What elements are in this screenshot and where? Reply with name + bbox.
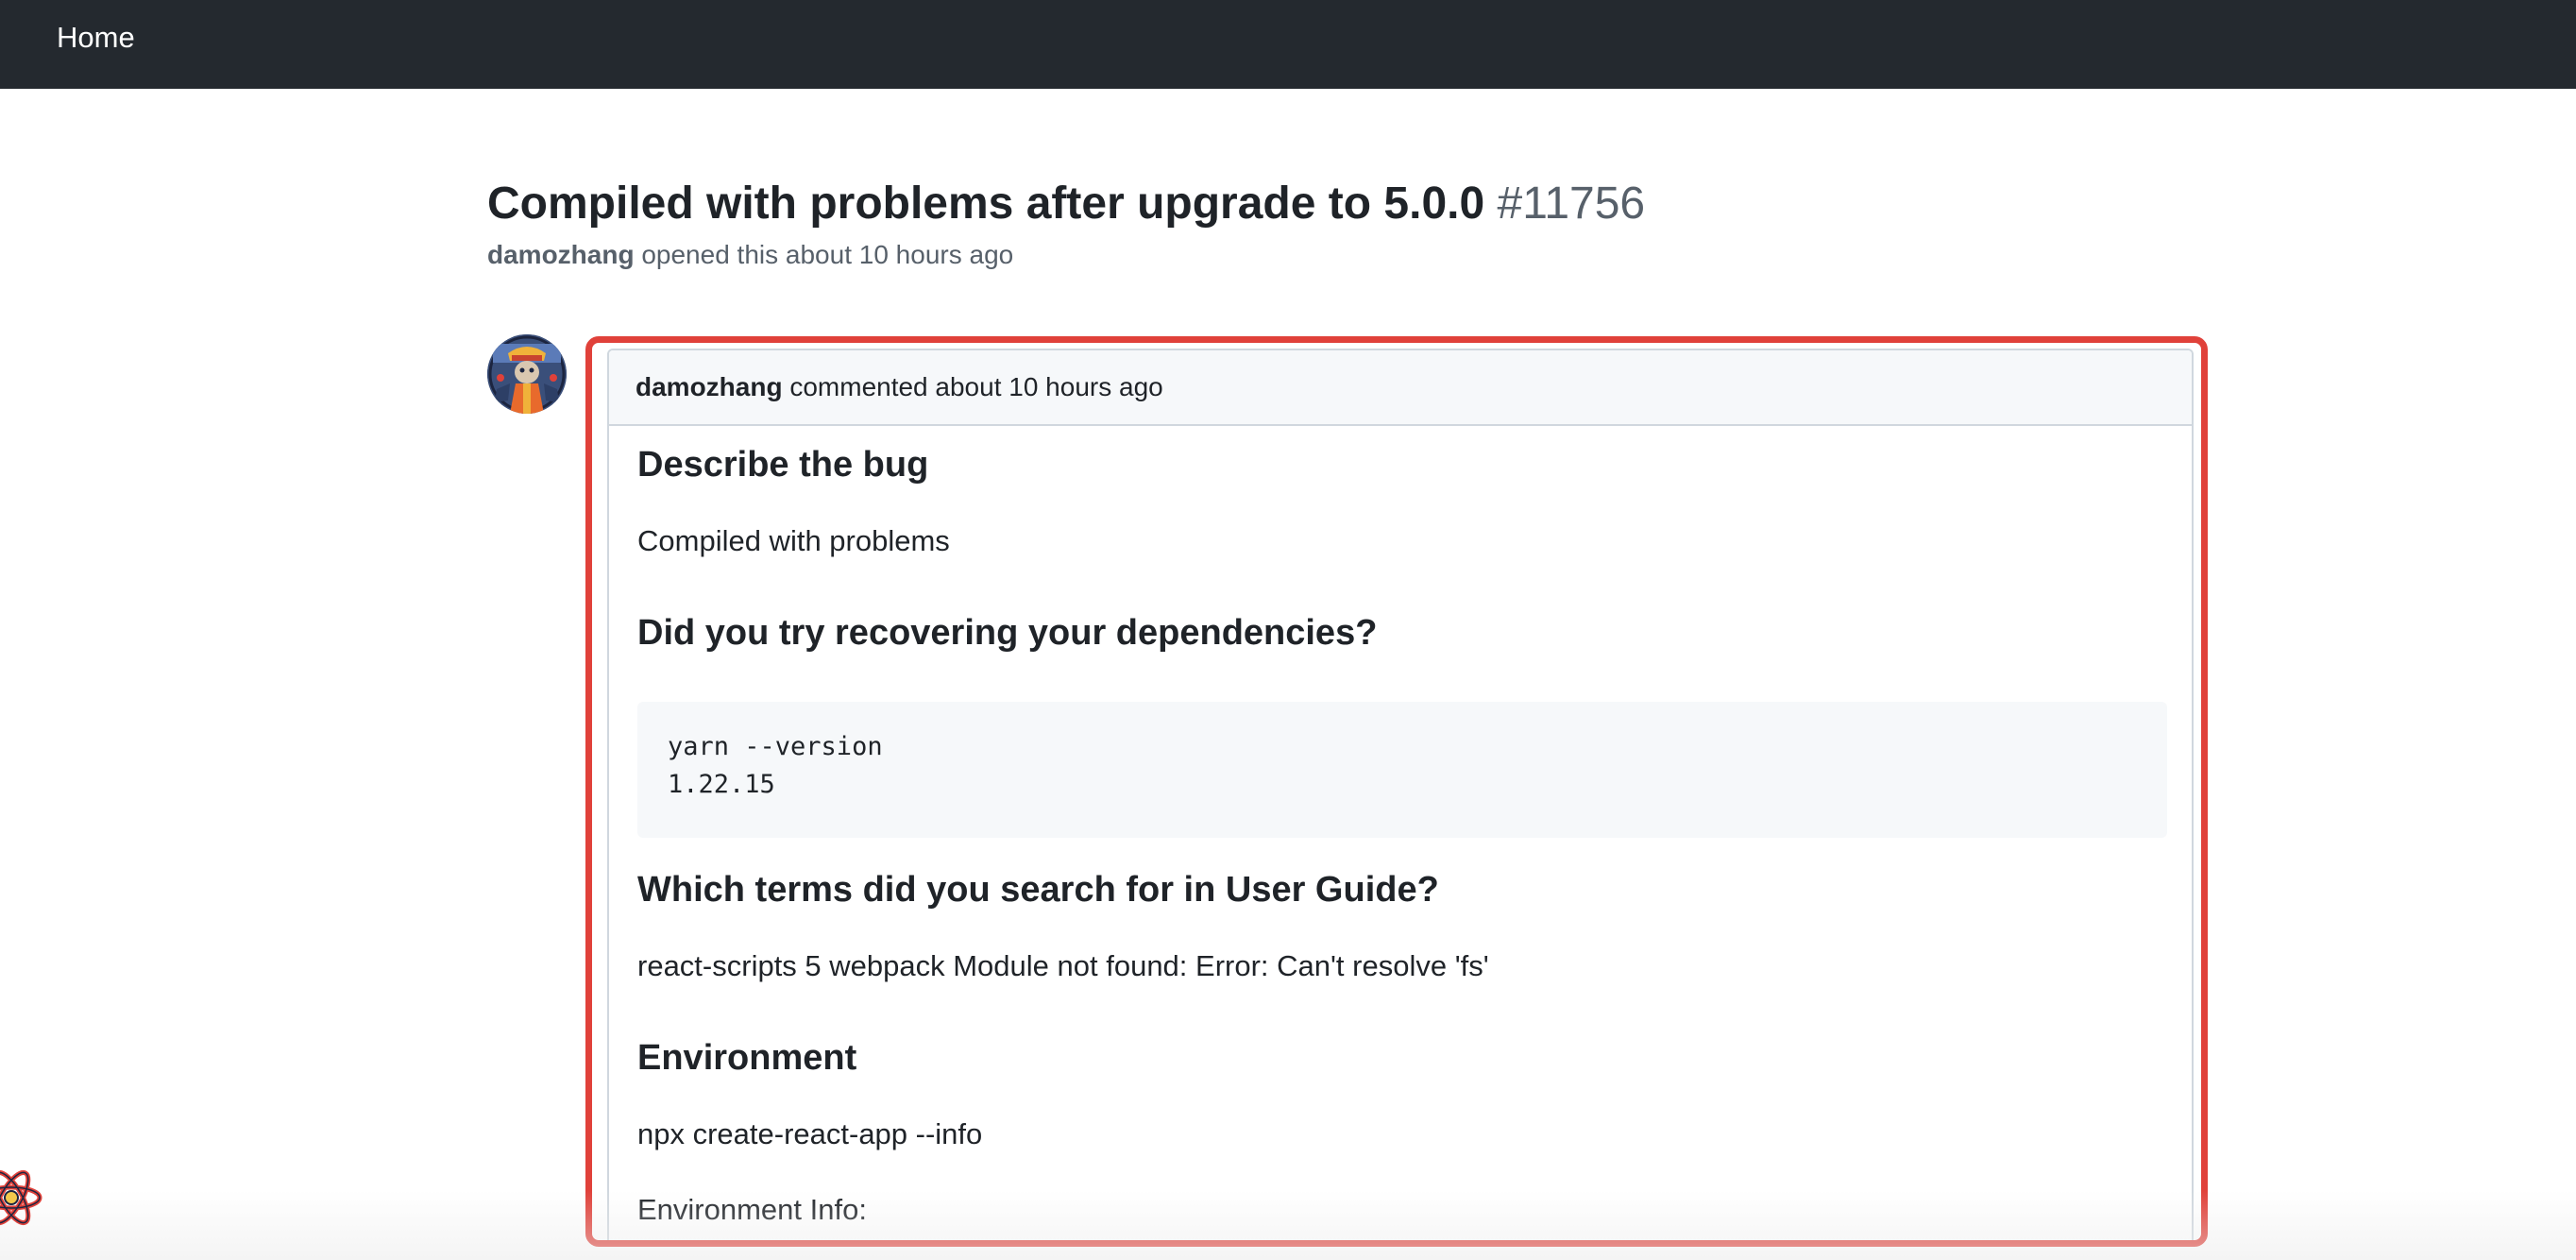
issue-author-link[interactable]: damozhang (487, 240, 635, 269)
issue-title: Compiled with problems after upgrade to … (487, 172, 2281, 236)
environment-command: npx create-react-app --info (637, 1117, 983, 1150)
issue-meta: damozhang opened this about 10 hours ago (487, 236, 2281, 274)
deps-code-block: yarn --version 1.22.15 (637, 702, 2167, 838)
comment-highlight-frame: damozhang commented about 10 hours ago D… (585, 336, 2208, 1247)
react-logo-icon[interactable] (0, 1164, 45, 1232)
avatar-image (487, 334, 567, 414)
home-link[interactable]: Home (57, 19, 135, 57)
comment-time-text: commented about 10 hours ago (789, 372, 1163, 401)
issue-header: Compiled with problems after upgrade to … (487, 172, 2281, 274)
issue-title-text: Compiled with problems after upgrade to … (487, 179, 1485, 229)
deps-code-line-1: yarn --version (668, 732, 883, 761)
top-nav-bar: Home (0, 0, 2576, 89)
deps-code-line-2: 1.22.15 (668, 770, 775, 799)
terms-text: react-scripts 5 webpack Module not found… (637, 949, 1489, 982)
issue-opened-text: opened this about 10 hours ago (641, 240, 1014, 269)
bug-text: Compiled with problems (637, 524, 950, 557)
comment-header: damozhang commented about 10 hours ago (609, 350, 2192, 426)
user-avatar[interactable] (487, 334, 567, 414)
environment-heading: Environment (637, 1038, 857, 1078)
deps-heading: Did you try recovering your dependencies… (637, 613, 1378, 653)
comment-author-link[interactable]: damozhang (636, 372, 783, 401)
terms-heading: Which terms did you search for in User G… (637, 870, 1439, 910)
environment-info-label: Environment Info: (637, 1193, 867, 1226)
issue-number: #11756 (1497, 179, 1646, 229)
comment-box: damozhang commented about 10 hours ago D… (607, 349, 2194, 1240)
bug-heading: Describe the bug (637, 445, 929, 485)
